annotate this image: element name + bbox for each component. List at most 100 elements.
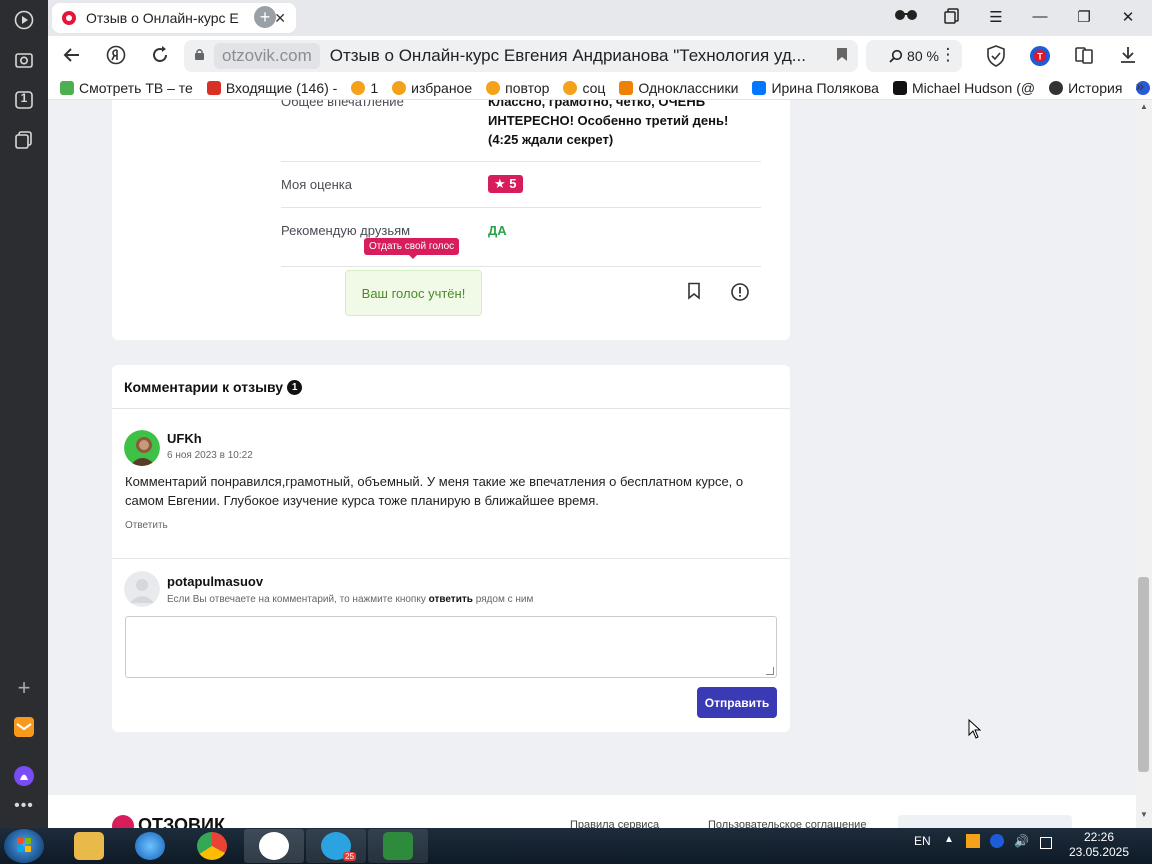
reply-hint: Если Вы отвечаете на комментарий, то наж…	[167, 594, 533, 605]
impression-label: Общее впечатление	[281, 100, 404, 109]
bookmark-item[interactable]: избраное	[392, 80, 472, 96]
lock-icon[interactable]	[194, 48, 206, 64]
footer-widget	[898, 815, 1072, 828]
close-window-icon[interactable]: ✕	[1116, 8, 1140, 26]
start-button[interactable]	[4, 829, 44, 863]
minimize-icon[interactable]: —	[1028, 8, 1052, 25]
tab-close-icon[interactable]: ✕	[274, 10, 286, 27]
add-icon[interactable]: +	[12, 675, 36, 700]
report-icon[interactable]	[729, 282, 751, 304]
reload-icon[interactable]	[148, 45, 172, 67]
bookmark-item[interactable]: История	[1049, 80, 1122, 96]
reply-link[interactable]: Ответить	[125, 520, 168, 531]
tray-app-icon[interactable]	[966, 834, 980, 848]
scroll-up-icon[interactable]: ▲	[1140, 102, 1148, 111]
send-button[interactable]: Отправить	[697, 687, 777, 718]
tray-globe-icon[interactable]	[990, 834, 1004, 848]
address-bar[interactable]: otzovik.com Отзыв о Онлайн-курс Евгения …	[184, 40, 858, 72]
more-icon[interactable]: •••	[12, 794, 36, 818]
editor-app[interactable]	[368, 829, 428, 863]
bookmark-icon[interactable]	[836, 47, 848, 66]
otzovik-logo[interactable]: ОТЗОВИК	[112, 815, 225, 828]
recommend-row: Рекомендую друзьям ДА	[281, 208, 761, 267]
clock[interactable]: 22:26 23.05.2025	[1068, 830, 1130, 860]
bookmark-label: Ирина Полякова	[771, 79, 879, 96]
bookmark-label: Входящие (146) -	[225, 79, 338, 96]
bookmark-label: Одноклассники	[638, 79, 739, 96]
bookmark-label: соц	[582, 79, 606, 96]
scrollbar-thumb[interactable]	[1138, 577, 1149, 772]
bookmark-item[interactable]: соц	[563, 80, 605, 96]
vote-tooltip: Отдать свой голос	[364, 238, 460, 259]
bookmark-item[interactable]: Смотреть ТВ – те	[60, 80, 193, 96]
review-details-card: Общее впечатление Классно, грамотно, чет…	[112, 100, 790, 340]
play-icon[interactable]	[12, 8, 36, 32]
explorer-app[interactable]	[59, 829, 119, 863]
translate-icon[interactable]	[1072, 45, 1096, 67]
tray-expand-icon[interactable]: ▲	[944, 834, 954, 845]
history-icon	[1049, 80, 1064, 95]
telegram-badge: 25	[343, 852, 356, 861]
telegram-app[interactable]: 25	[306, 829, 366, 863]
chrome-app[interactable]	[182, 829, 242, 863]
bookmark-item[interactable]: повтор	[486, 80, 549, 96]
logo-text: ОТЗОВИК	[138, 815, 225, 828]
clock-time: 22:26	[1083, 830, 1115, 844]
footer-link[interactable]: Правила сервиса	[570, 819, 659, 828]
footer-link[interactable]: Пользовательское соглашение	[708, 819, 866, 828]
alice-icon[interactable]	[12, 764, 36, 788]
impression-row: Общее впечатление Классно, грамотно, чет…	[281, 100, 761, 162]
chrome-icon	[197, 832, 227, 860]
menu-icon[interactable]: ☰	[984, 8, 1008, 26]
windows-taskbar: 25 EN ▲ 🔊 22:26 23.05.2025	[0, 828, 1152, 864]
bookmark-label: Michael Hudson (@	[911, 79, 1036, 96]
camera-icon[interactable]	[12, 48, 36, 72]
odnoklassniki-icon	[619, 80, 634, 95]
volume-icon[interactable]: 🔊	[1014, 834, 1029, 848]
language-indicator[interactable]: EN	[914, 834, 931, 848]
network-icon[interactable]	[1040, 837, 1052, 849]
chevron-right-icon[interactable]: »	[1136, 78, 1144, 95]
divider	[112, 408, 790, 409]
ie-app[interactable]	[120, 829, 180, 863]
bookmark-item[interactable]: Одноклассники	[619, 80, 738, 96]
new-tab-button[interactable]: +	[254, 6, 276, 28]
mail-icon[interactable]	[12, 715, 36, 739]
one-icon[interactable]: 1	[12, 88, 36, 112]
scroll-down-icon[interactable]: ▼	[1140, 810, 1148, 819]
back-icon[interactable]	[60, 45, 84, 67]
bookmark-item[interactable]: Входящие (146) -	[206, 79, 338, 96]
extension-globe-icon[interactable]: T	[1028, 45, 1052, 67]
browser-toolbar: otzovik.com Отзыв о Онлайн-курс Евгения …	[48, 36, 1152, 76]
reader-glasses-icon[interactable]	[894, 8, 918, 26]
avatar[interactable]	[124, 430, 160, 466]
protect-shield-icon[interactable]	[984, 45, 1008, 67]
impression-value: Классно, грамотно, четко, ОЧЕНЬ ИНТЕРЕСН…	[488, 100, 729, 147]
bookmark-item[interactable]: Ирина Полякова	[752, 80, 879, 96]
copy-icon[interactable]	[12, 128, 36, 152]
resize-handle[interactable]	[766, 667, 774, 675]
vote-done-box: Ваш голос учтён!	[345, 270, 482, 316]
bookmark-item[interactable]: Michael Hudson (@	[892, 79, 1036, 96]
vk-icon	[752, 80, 767, 95]
gmail-icon	[206, 80, 221, 95]
scrollbar[interactable]: ▲ ▼	[1136, 100, 1152, 828]
otzovik-favicon-icon	[62, 11, 76, 25]
url-domain[interactable]: otzovik.com	[214, 43, 320, 69]
bookmark-icon[interactable]	[683, 282, 705, 304]
comment-author[interactable]: UFKh	[167, 431, 202, 446]
more-vertical-icon[interactable]: ⋮	[936, 45, 960, 67]
x-icon	[892, 80, 907, 95]
yandex-browser-app[interactable]	[244, 829, 304, 863]
url-page-title[interactable]: Отзыв о Онлайн-курс Евгения Андрианова "…	[330, 46, 828, 66]
yandex-icon[interactable]	[104, 45, 128, 67]
recommend-label: Рекомендую друзьям	[281, 223, 411, 238]
one-icon-label: 1	[20, 91, 28, 105]
restore-icon[interactable]: ❐	[1072, 8, 1096, 26]
recommend-value: ДА	[488, 223, 507, 238]
tab-strip: Отзыв о Онлайн-курс Е ✕ + ☰ — ❐ ✕	[48, 0, 1152, 36]
collections-icon[interactable]	[940, 8, 964, 28]
download-icon[interactable]	[1116, 45, 1140, 67]
bookmark-item[interactable]: 1	[351, 80, 378, 96]
comment-textarea[interactable]	[125, 616, 777, 678]
